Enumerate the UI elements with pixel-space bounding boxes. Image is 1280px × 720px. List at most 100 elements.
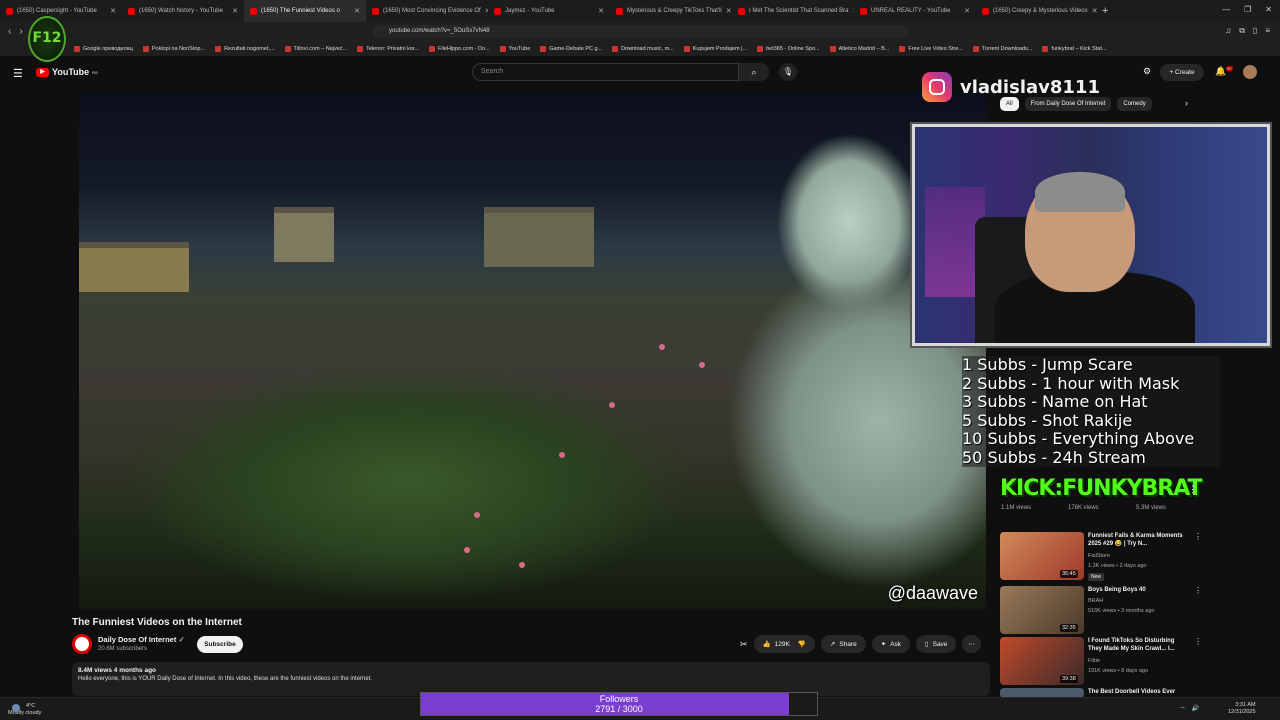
create-button[interactable]: + Create [1160,64,1204,81]
browser-tab[interactable]: (1650) Most Convincing Evidence Of ✕ [366,0,488,22]
browser-tab[interactable]: (1650) Caspersight - YouTube ✕ [0,0,122,22]
maximize-icon[interactable]: ❐ [1244,5,1251,14]
wifi-icon[interactable]: ⌔ [1180,705,1186,713]
close-tab-icon[interactable]: ✕ [232,7,238,15]
youtube-favicon-icon [860,7,867,15]
recommended-video[interactable]: 39:38 I Found TikToks So Disturbing They… [1000,637,1202,687]
bookmark-label: Telenor: Privatni kor... [366,45,419,52]
house-shape [79,242,189,292]
bookmark[interactable]: Download music, m... [612,45,674,52]
sidebar-icon[interactable]: ▯ [1253,26,1257,36]
close-tab-icon[interactable]: ✕ [964,7,970,15]
browser-tab[interactable]: UNREAL REALITY - YouTube ✕ [854,0,976,22]
close-tab-icon[interactable]: ✕ [598,7,604,15]
extensions-icon[interactable]: ⧉ [1239,26,1245,36]
video-actions: ✂ 👍 129K 👎 ↗ Share ✦ Ask ▯ Save ⋯ [740,635,981,653]
more-vert-icon[interactable]: ⋮ [1194,532,1202,541]
system-clock[interactable]: 3:31 AM 12/31/2025 [1228,702,1256,716]
weather-widget[interactable]: 4°C Mostly cloudy [8,703,41,717]
recommended-title[interactable]: I Found TikToks So Disturbing They Made … [1088,637,1188,653]
browser-tab[interactable]: (1650) Watch history - YouTube ✕ [122,0,244,22]
video-player[interactable]: @daawave [79,92,986,610]
bookmark[interactable]: Kupujem Prodajem |... [683,45,748,52]
volume-icon[interactable]: 🔊 [1192,705,1199,713]
bookmark[interactable]: Torrent Downloads... [972,45,1032,52]
cast-icon[interactable]: ⚙ [1143,66,1151,77]
bookmark[interactable]: FileHippo.com - Do... [429,45,490,52]
hamburger-menu-icon[interactable]: ☰ [13,67,23,80]
browser-tab[interactable]: (1650) Creepy & Mysterious Videos ✕ [976,0,1098,22]
search-input[interactable]: Search [472,63,739,81]
music-icon[interactable]: ♫ [1225,26,1231,36]
bookmark[interactable]: Poklopi na NonStop... [142,45,206,52]
bookmark-favicon-icon [357,45,364,52]
browser-tab-active[interactable]: (1650) The Funniest Videos o ✕ [244,0,366,22]
bookmark[interactable]: Telenor: Privatni kor... [357,45,419,52]
browser-tab[interactable]: I Met The Scientist That Scanned Bra✕ [732,0,854,22]
thumbs-down-icon[interactable]: 👎 [798,640,806,648]
recommended-video[interactable]: 35:45 Funniest Fails & Karma Moments 202… [1000,532,1202,582]
bookmark[interactable]: Titlovi.com – Najveć... [284,45,347,52]
share-button[interactable]: ↗ Share [820,635,866,653]
recommended-title[interactable]: The Best Doorbell Videos Ever [1088,688,1188,696]
url-field[interactable]: youtube.com/watch?v=_5OuSx7vN48 [373,25,908,38]
more-vert-icon[interactable]: ⋮ [1194,637,1202,646]
subscribe-button[interactable]: Subscribe [197,636,243,653]
more-vert-icon[interactable]: ⋮ [1188,484,1197,495]
bookmark[interactable]: bet365 - Online Spo... [757,45,820,52]
close-tab-icon[interactable]: ✕ [354,7,360,15]
bookmark[interactable]: Rezultati nogomet,... [215,45,275,52]
description-text: Hello everyone, this is YOUR Daily Dose … [78,676,373,682]
bookmark-label: Poklopi na NonStop... [151,45,206,52]
search-button[interactable]: ⌕ [739,63,769,81]
recommended-channel[interactable]: Fittie [1088,658,1100,664]
streamer-hair [1035,172,1125,212]
recommended-channel[interactable]: BRAH [1088,598,1103,604]
youtube-logo[interactable]: ▶ YouTube RS [36,67,98,77]
close-tab-icon[interactable]: ✕ [1092,7,1098,15]
tab-label: UNREAL REALITY - YouTube [871,8,951,14]
notifications-icon[interactable]: 🔔9+ [1215,66,1233,77]
voice-search-button[interactable]: 🎙 [779,63,797,81]
recommended-title[interactable]: Boys Being Boys 40 [1088,586,1188,594]
close-tab-icon[interactable]: ✕ [726,7,732,15]
new-tab-button[interactable]: + [1102,5,1108,17]
channel-name[interactable]: Daily Dose Of Internet ✓ [98,635,185,644]
recommended-views: 1.3K views • 2 days ago [1088,563,1147,569]
bookmark-label: Atletico Madrid – B... [838,45,890,52]
bookmark-label: bet365 - Online Spo... [766,45,820,52]
back-icon[interactable]: ‹ [8,26,11,37]
recommended-channel[interactable]: FailStore [1088,553,1110,559]
ask-button[interactable]: ✦ Ask [871,635,911,653]
bookmark-label: Kupujem Prodajem |... [692,45,748,52]
country-code: RS [92,69,98,75]
browser-tab[interactable]: Mysterious & Creepy TikToks That'll ✕ [610,0,732,22]
more-actions-button[interactable]: ⋯ [962,635,981,653]
recommended-title[interactable]: Funniest Fails & Karma Moments 2025 #29 … [1088,532,1188,548]
description-box[interactable]: 8.4M views 4 months ago Hello everyone, … [72,662,990,696]
save-button[interactable]: ▯ Save [916,635,957,653]
close-tab-icon[interactable]: ✕ [110,7,116,15]
bookmark[interactable]: Google преводилац [74,45,133,52]
more-vert-icon[interactable]: ⋮ [1194,586,1202,595]
forward-icon[interactable]: › [19,26,22,37]
bookmark[interactable]: YouTube [499,45,531,52]
chip-comedy[interactable]: Comedy [1117,97,1152,111]
tab-label: Jaymez - YouTube [505,8,555,14]
like-button[interactable]: 👍 129K 👎 [753,635,815,653]
bookmark[interactable]: Free Live Video Stre... [899,45,963,52]
recommended-video[interactable]: 32:35 Boys Being Boys 40 BRAH 516K views… [1000,586,1202,636]
account-avatar[interactable] [1243,65,1257,79]
bookmark-label: YouTube [508,45,531,52]
bookmark[interactable]: Game-Debate PC g... [540,45,602,52]
menu-icon[interactable]: ≡ [1265,26,1270,36]
bookmark[interactable]: funkybrat – Kick Stat... [1042,45,1106,52]
shorts-views: 1.1M views [1001,505,1032,511]
chevron-right-icon[interactable]: › [1185,98,1188,108]
bookmark[interactable]: Atletico Madrid – B... [829,45,890,52]
clip-icon[interactable]: ✂ [740,635,748,653]
minimize-icon[interactable]: — [1222,5,1230,14]
browser-tab[interactable]: Jaymez - YouTube ✕ [488,0,610,22]
close-window-icon[interactable]: ✕ [1265,5,1272,14]
channel-avatar[interactable] [72,634,92,654]
